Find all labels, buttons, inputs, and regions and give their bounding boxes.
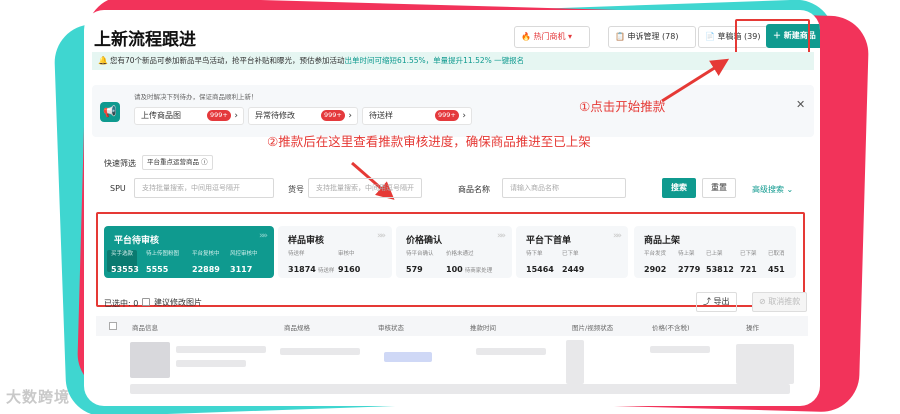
todo-label: 待送样 — [369, 111, 393, 120]
todo-label: 异常待修改 — [255, 111, 295, 120]
stat-metric[interactable]: 风控审核中 3117 — [230, 249, 258, 276]
column-header: 图片/视频状态 — [572, 324, 614, 332]
blurred-cell — [650, 346, 710, 353]
page-title: 上新流程跟进 — [94, 30, 196, 50]
blurred-cell — [176, 346, 266, 353]
stat-card-title: 价格确认 — [406, 236, 443, 246]
stat-metric[interactable]: 待上架 2779 — [678, 249, 700, 276]
column-header: 操作 — [746, 324, 759, 332]
stat-metric[interactable]: 平台发货 2902 — [644, 249, 666, 276]
double-chevron-icon: »» — [376, 231, 386, 241]
export-button[interactable]: ⤴ 导出 — [696, 292, 737, 312]
column-header: 推款时间 — [470, 324, 496, 332]
blurred-cell — [280, 348, 360, 355]
stat-card-title: 平台待审核 — [114, 236, 160, 246]
stat-card-title: 平台下首单 — [526, 236, 572, 246]
stat-metric[interactable]: 价格未通过 100 待商家处理 — [446, 249, 492, 276]
quick-filter-label: 快速筛选 — [104, 159, 136, 168]
stat-card-title: 样品审核 — [288, 236, 325, 246]
double-chevron-icon: »» — [496, 231, 506, 241]
blurred-cell — [476, 348, 546, 355]
blurred-row — [130, 384, 790, 394]
stat-metric[interactable]: 平台复核中 22889 — [192, 249, 220, 276]
annotation-step-2: ②推款后在这里查看推款审核进度，确保商品推进至已上架 — [267, 134, 591, 149]
count-badge: 999+ — [321, 110, 345, 121]
megaphone-icon: 📢 — [100, 102, 120, 122]
sku-input[interactable]: 支持批量搜索，中间用逗号隔开 — [308, 178, 422, 198]
hot-opportunity-dropdown[interactable]: 🔥 热门商机 ▾ — [514, 26, 590, 48]
advanced-search-toggle[interactable]: 高级搜索 ⌄ — [752, 184, 793, 195]
double-chevron-icon: »» — [258, 231, 268, 241]
todo-label: 上传商品图 — [141, 111, 181, 120]
todo-upload-images[interactable]: 上传商品图 999+ › — [134, 107, 244, 125]
stat-metric[interactable]: 待送样 31874 待送样 — [288, 249, 334, 276]
suggest-images-checkbox[interactable] — [142, 298, 150, 306]
screenshot-stage: 上新流程跟进 🔥 热门商机 ▾ 📋 申诉管理 (78) 📄 草稿箱 (39) ＋… — [0, 0, 900, 414]
quick-filter-tag[interactable]: 平台重点运营商品 ⓘ — [142, 155, 213, 170]
stat-card-platform-review[interactable]: 平台待审核 »» 买手选款 53553 待上传图粉图 5555 平台复核中 22889… — [104, 226, 274, 278]
column-header: 审核状态 — [378, 324, 404, 332]
stat-metric[interactable]: 待上传图粉图 5555 — [146, 249, 179, 276]
blurred-cell — [176, 360, 246, 367]
table-header: 商品信息 商品规格 审核状态 推款时间 图片/视频状态 价格(不含税) 操作 — [96, 316, 808, 336]
cancel-push-button[interactable]: ⊘ 取消推款 — [752, 292, 808, 312]
selected-count: 已选中: 0 — [104, 299, 139, 308]
todo-panel: 📢 请及时解决下列待办，保证商品顺利上新！ 上传商品图 999+ › 异常待修改… — [92, 85, 814, 137]
header: 上新流程跟进 🔥 热门商机 ▾ 📋 申诉管理 (78) 📄 草稿箱 (39) ＋… — [94, 22, 820, 52]
suggest-images-label: 建议修改图片 — [154, 298, 202, 307]
stat-metric[interactable]: 已下架 721 — [740, 249, 757, 276]
stat-card-listing[interactable]: 商品上架 平台发货 2902 待上架 2779 已上架 53812 已下架 721 已取… — [634, 226, 796, 278]
chevron-right-icon: › — [234, 111, 238, 121]
select-all-checkbox[interactable] — [109, 322, 117, 330]
stat-metric[interactable]: 买手选款 53553 — [111, 249, 139, 276]
chevron-right-icon: › — [348, 111, 352, 121]
bell-icon: 🔔 — [98, 56, 108, 65]
stat-card-title: 商品上架 — [644, 236, 681, 246]
appeal-management-button[interactable]: 📋 申诉管理 (78) — [608, 26, 696, 48]
spu-label: SPU — [110, 184, 126, 193]
stat-metric[interactable]: 待下单 15464 — [526, 249, 554, 276]
todo-send-sample[interactable]: 待送样 999+ › — [362, 107, 472, 125]
blurred-status — [384, 352, 432, 362]
blurred-cell — [566, 340, 584, 384]
stat-metric[interactable]: 已上架 53812 — [706, 249, 734, 276]
count-badge: 999+ — [207, 110, 231, 121]
product-name-label: 商品名称 — [458, 185, 490, 194]
annotation-step-1: ①点击开始推款 — [579, 99, 666, 114]
count-badge: 999+ — [435, 110, 459, 121]
search-button[interactable]: 搜索 — [662, 178, 696, 198]
column-header: 商品规格 — [284, 324, 310, 332]
product-name-input[interactable]: 请输入商品名称 — [502, 178, 626, 198]
product-thumbnail — [130, 342, 170, 378]
stat-metric[interactable]: 已取消 451 — [768, 249, 785, 276]
column-header: 商品信息 — [132, 324, 158, 332]
stat-metric[interactable]: 已下单 2449 — [562, 249, 584, 276]
chevron-right-icon: › — [462, 111, 466, 121]
stat-metric[interactable]: 待平台确认 579 — [406, 249, 434, 276]
blurred-actions — [736, 344, 794, 384]
double-chevron-icon: »» — [612, 231, 622, 241]
todo-abnormal-edit[interactable]: 异常待修改 999+ › — [248, 107, 358, 125]
sku-label: 货号 — [288, 185, 304, 194]
stat-metric[interactable]: 审核中 9160 — [338, 249, 360, 276]
early-bird-notice: 🔔 您有70个新品可参加新品早鸟活动，抢平台补贴和曝光，预估参加活动出单时间可缩… — [92, 52, 814, 70]
notice-signup-link[interactable]: 一键报名 — [492, 56, 524, 65]
close-icon[interactable]: ✕ — [796, 98, 805, 111]
reset-button[interactable]: 重置 — [702, 178, 736, 198]
app-window: 上新流程跟进 🔥 热门商机 ▾ 📋 申诉管理 (78) 📄 草稿箱 (39) ＋… — [84, 10, 820, 406]
stat-card-price-confirm[interactable]: 价格确认 »» 待平台确认 579 价格未通过 100 待商家处理 — [396, 226, 512, 278]
notice-text: 您有70个新品可参加新品早鸟活动，抢平台补贴和曝光，预估参加活动 — [110, 56, 345, 65]
spu-input[interactable]: 支持批量搜索，中间用逗号隔开 — [134, 178, 274, 198]
watermark: 大数跨境 — [6, 388, 71, 406]
stat-card-first-order[interactable]: 平台下首单 »» 待下单 15464 已下单 2449 — [516, 226, 628, 278]
notice-highlight: 出单时间可缩短61.55%，单量提升11.52% — [344, 56, 492, 65]
column-header: 价格(不含税) — [652, 324, 690, 332]
stat-card-sample-review[interactable]: 样品审核 »» 待送样 31874 待送样 审核中 9160 — [278, 226, 392, 278]
todo-tip: 请及时解决下列待办，保证商品顺利上新！ — [134, 93, 258, 101]
